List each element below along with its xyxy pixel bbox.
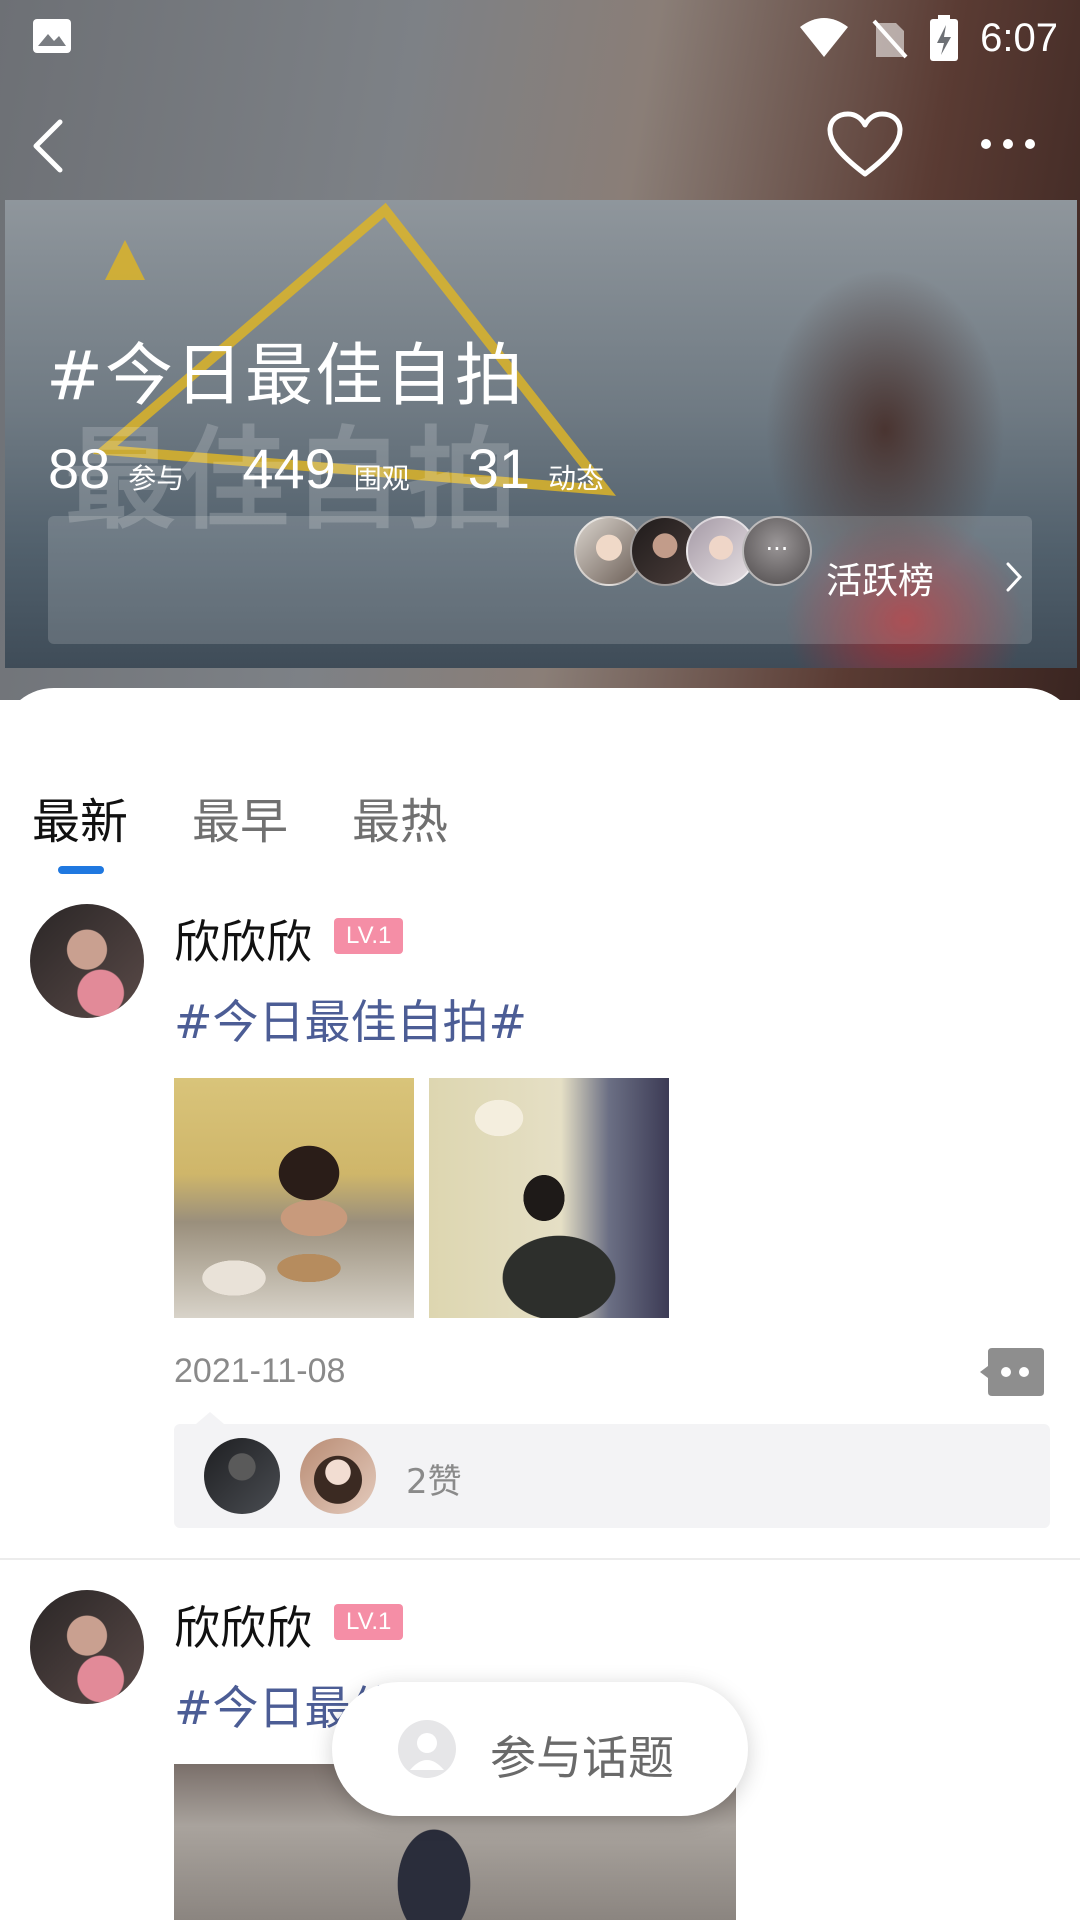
level-badge: LV.1 xyxy=(334,1604,404,1640)
no-sim-icon xyxy=(872,19,908,59)
chevron-right-icon xyxy=(1006,562,1023,592)
status-time: 6:07 xyxy=(980,15,1058,60)
topic-header: 最佳自拍 6:07 #今日最佳自拍 88 参与 449 围观 31 动态 ···… xyxy=(0,0,1080,700)
views-count: 449 xyxy=(242,437,336,500)
posts-label: 动态 xyxy=(548,462,605,495)
join-topic-button[interactable]: 参与话题 xyxy=(332,1682,748,1816)
post-username[interactable]: 欣欣欣 xyxy=(174,906,312,972)
sort-tabs: 最新 最早 最热 xyxy=(32,782,448,852)
active-ranking-button[interactable]: ··· 活跃榜 xyxy=(48,516,1032,644)
wifi-icon xyxy=(800,18,849,57)
chevron-left-icon[interactable] xyxy=(22,114,82,174)
post-divider xyxy=(0,1558,1080,1560)
tab-earliest[interactable]: 最早 xyxy=(192,782,288,852)
image-icon xyxy=(33,19,71,53)
topic-stats: 88 参与 449 围观 31 动态 xyxy=(48,436,662,501)
user-avatar-icon xyxy=(398,1720,456,1778)
heart-icon[interactable] xyxy=(826,110,904,180)
level-badge: LV.1 xyxy=(334,918,404,954)
views-label: 围观 xyxy=(353,462,410,495)
comment-icon[interactable] xyxy=(980,1346,1046,1398)
active-ranking-label: 活跃榜 xyxy=(826,561,935,602)
participants-count: 88 xyxy=(48,437,111,500)
avatar[interactable] xyxy=(30,904,144,1018)
nav-bar xyxy=(0,100,1080,190)
rank-avatar-more: ··· xyxy=(742,516,812,586)
tab-hottest[interactable]: 最热 xyxy=(352,782,448,852)
participants-label: 参与 xyxy=(128,462,185,495)
post-photo-2[interactable] xyxy=(429,1078,669,1318)
liker-avatar[interactable] xyxy=(300,1438,376,1514)
avatar[interactable] xyxy=(30,1590,144,1704)
likes-count: 2赞 xyxy=(406,1462,462,1502)
topic-title: #今日最佳自拍 xyxy=(46,337,525,416)
post-date: 2021-11-08 xyxy=(174,1352,346,1390)
battery-charging-icon xyxy=(930,15,959,61)
person-icon xyxy=(410,1733,444,1770)
more-icon[interactable] xyxy=(976,112,1040,176)
join-topic-label: 参与话题 xyxy=(490,1731,674,1785)
likes-caret xyxy=(196,1412,224,1424)
post-hashtag[interactable]: #今日最佳自拍# xyxy=(174,986,527,1052)
tab-indicator xyxy=(58,866,104,874)
liker-avatar[interactable] xyxy=(204,1438,280,1514)
posts-count: 31 xyxy=(467,437,531,500)
likes-panel: 2赞 xyxy=(174,1412,1050,1528)
post-photo-1[interactable] xyxy=(174,1078,414,1318)
tab-latest[interactable]: 最新 xyxy=(32,782,128,852)
status-bar: 6:07 xyxy=(0,0,1080,76)
post-username[interactable]: 欣欣欣 xyxy=(174,1592,312,1658)
